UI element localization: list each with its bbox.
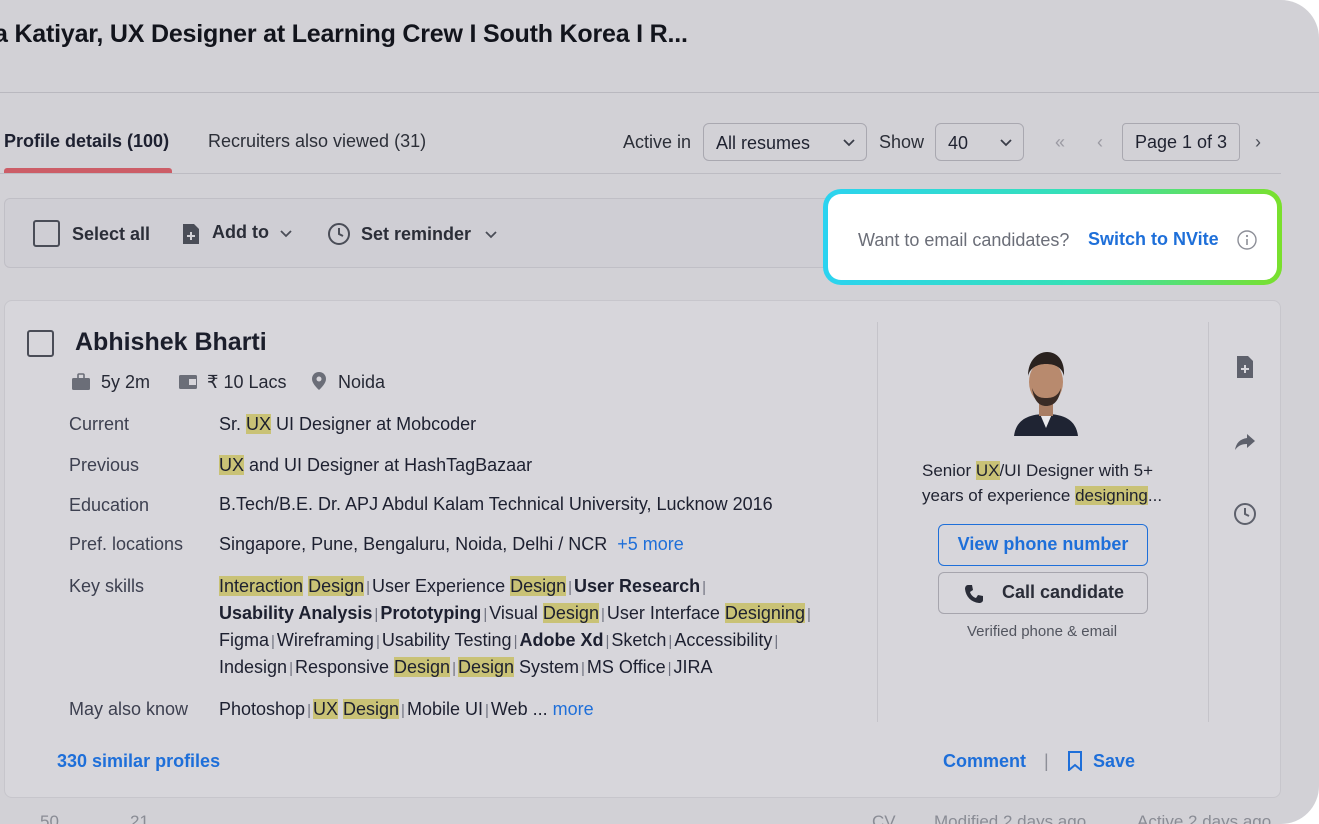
nvite-callout-inner: Want to email candidates? Switch to NVit… bbox=[828, 194, 1277, 280]
chevron-down-icon bbox=[843, 139, 855, 147]
page-indicator: Page 1 of 3 bbox=[1122, 123, 1240, 161]
share-icon[interactable] bbox=[1233, 430, 1257, 454]
tab-recruiters-also-viewed[interactable]: Recruiters also viewed (31) bbox=[208, 131, 426, 152]
key-skills-line-1: Interaction Design | User Experience Desig… bbox=[219, 576, 707, 596]
bookmark-icon[interactable] bbox=[1067, 751, 1083, 771]
app-window: a Katiyar, UX Designer at Learning Crew … bbox=[0, 0, 1319, 824]
clock-icon[interactable] bbox=[1233, 502, 1257, 526]
bottom-modified: Modified 2 days ago bbox=[934, 812, 1087, 824]
key-skills-line-3: Figma | Wireframing | Usability Testing | Adob… bbox=[219, 630, 779, 650]
title-divider bbox=[0, 92, 1319, 93]
next-page-icon[interactable]: › bbox=[1255, 132, 1261, 153]
set-reminder-button[interactable]: Set reminder bbox=[361, 224, 471, 245]
comment-button[interactable]: Comment bbox=[943, 751, 1026, 772]
bottom-count-b: 21 bbox=[130, 812, 149, 824]
pref-locations-more-link[interactable]: +5 more bbox=[617, 534, 684, 554]
call-candidate-button[interactable]: Call candidate bbox=[938, 572, 1148, 614]
may-also-know-label: May also know bbox=[69, 699, 189, 719]
previous-value: UX and UI Designer at HashTagBazaar bbox=[219, 455, 533, 475]
location-value: Noida bbox=[338, 372, 386, 392]
chevron-down-icon[interactable] bbox=[484, 228, 498, 242]
add-to-button[interactable]: Add to bbox=[212, 222, 269, 243]
similar-profiles-link[interactable]: 330 similar profiles bbox=[57, 751, 220, 772]
show-label: Show bbox=[879, 132, 925, 152]
clock-icon bbox=[328, 223, 350, 245]
key-skills-line-4: Indesign | Responsive Design | Design System… bbox=[219, 657, 713, 677]
call-candidate-label: Call candidate bbox=[1002, 582, 1125, 602]
key-skills-line-2: Usability Analysis | Prototyping | Visual De… bbox=[219, 603, 811, 623]
info-icon[interactable] bbox=[1237, 230, 1257, 250]
view-phone-number-button[interactable]: View phone number bbox=[938, 524, 1148, 566]
salary-value: ₹ 10 Lacs bbox=[207, 372, 287, 392]
chevron-down-icon[interactable] bbox=[279, 227, 293, 241]
pref-locations-value: Singapore, Pune, Bengaluru, Noida, Delhi… bbox=[219, 534, 684, 554]
chevron-down-icon bbox=[1000, 139, 1012, 147]
candidate-checkbox[interactable] bbox=[27, 330, 54, 357]
pref-locations-label: Pref. locations bbox=[69, 534, 184, 554]
save-button[interactable]: Save bbox=[1093, 751, 1135, 772]
previous-label: Previous bbox=[69, 455, 140, 475]
avatar[interactable] bbox=[1010, 344, 1082, 436]
select-all-checkbox[interactable] bbox=[33, 220, 60, 247]
bottom-count-a: 50 bbox=[40, 812, 59, 824]
verified-note: Verified phone & email bbox=[967, 623, 1118, 640]
may-also-know-value: Photoshop | UX Design | Mobile UI | Web ... mo… bbox=[219, 699, 594, 719]
active-in-select[interactable]: All resumes bbox=[703, 123, 867, 161]
add-document-icon bbox=[183, 224, 199, 244]
bottom-active: Active 2 days ago bbox=[1137, 812, 1272, 824]
current-value: Sr. UX UI Designer at Mobcoder bbox=[219, 414, 477, 434]
current-label: Current bbox=[69, 414, 130, 434]
prev-page-icon[interactable]: ‹ bbox=[1097, 132, 1103, 153]
briefcase-icon bbox=[72, 373, 90, 390]
nvite-callout: Want to email candidates? Switch to NVit… bbox=[823, 189, 1282, 285]
education-value: B.Tech/B.E. Dr. APJ Abdul Kalam Technica… bbox=[219, 494, 773, 514]
active-in-value: All resumes bbox=[716, 133, 811, 153]
show-select[interactable]: 40 bbox=[935, 123, 1024, 161]
footer-separator: | bbox=[1044, 751, 1049, 771]
tabs-divider bbox=[0, 173, 1281, 174]
key-skills-label: Key skills bbox=[69, 576, 145, 596]
card-divider-right bbox=[1208, 322, 1209, 722]
experience-value: 5y 2m bbox=[101, 372, 151, 392]
may-also-know-more-link[interactable]: more bbox=[553, 699, 594, 719]
switch-to-nvite-link[interactable]: Switch to NVite bbox=[1088, 229, 1219, 250]
candidate-name[interactable]: Abhishek Bharti bbox=[75, 328, 267, 357]
add-document-icon[interactable] bbox=[1233, 355, 1257, 379]
candidate-headline: Senior UX/UI Designer with 5+ years of e… bbox=[922, 461, 1163, 505]
page-title: a Katiyar, UX Designer at Learning Crew … bbox=[0, 20, 688, 48]
education-label: Education bbox=[69, 495, 150, 515]
active-in-label: Active in bbox=[623, 132, 692, 152]
select-all-label[interactable]: Select all bbox=[72, 224, 150, 245]
location-pin-icon bbox=[312, 372, 326, 390]
nvite-question: Want to email candidates? bbox=[858, 230, 1070, 250]
phone-icon bbox=[965, 585, 983, 603]
tab-profile-details[interactable]: Profile details (100) bbox=[4, 131, 169, 152]
show-value: 40 bbox=[948, 133, 969, 153]
bottom-cv: CV bbox=[872, 812, 896, 824]
first-page-icon[interactable]: « bbox=[1055, 132, 1065, 153]
wallet-icon bbox=[179, 375, 197, 389]
card-divider bbox=[877, 322, 878, 722]
